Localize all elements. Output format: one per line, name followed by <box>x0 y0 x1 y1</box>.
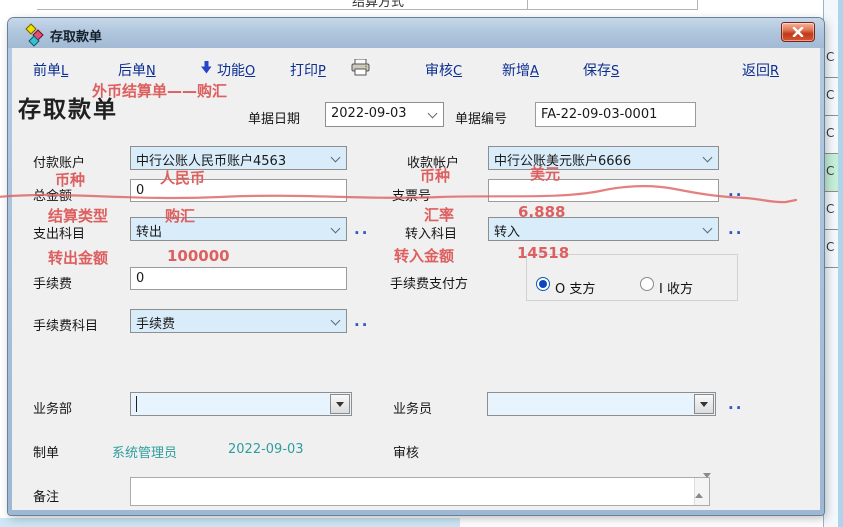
background-table-cell: C <box>824 116 838 154</box>
dropdown-button[interactable] <box>330 394 350 414</box>
salesman-label: 业务员 <box>393 398 432 417</box>
auditor-label: 审核 <box>393 442 419 461</box>
fee-payer-radio-payer[interactable] <box>536 277 550 291</box>
save-button[interactable]: 保存S <box>583 60 619 80</box>
scroll-up-icon[interactable] <box>695 478 703 498</box>
doc-no-field[interactable]: FA-22-09-03-0001 <box>535 102 696 127</box>
audit-button[interactable]: 审核C <box>425 60 462 80</box>
close-icon[interactable] <box>781 22 815 42</box>
fee-payer-label: 手续费支付方 <box>390 273 468 292</box>
next-doc-button[interactable]: 后单N <box>118 60 156 80</box>
annotation-out-amount-label: 转出金额 <box>48 247 108 268</box>
background-grid-line <box>37 9 697 10</box>
chevron-down-icon <box>703 224 713 234</box>
function-button[interactable]: 功能O <box>217 60 255 80</box>
annotation-settle-type-label: 结算类型 <box>48 205 108 226</box>
background-grid-line <box>527 0 528 10</box>
annotation-currency-left: 人民币 <box>160 167 205 188</box>
fee-payer-radio-receiver-label[interactable]: I 收方 <box>659 278 693 297</box>
fee-payer-radio-receiver[interactable] <box>640 277 654 291</box>
scroll-down-icon[interactable] <box>703 473 711 493</box>
cheque-browse-button[interactable]: .. <box>728 182 743 200</box>
remark-label: 备注 <box>33 486 59 505</box>
income-subject-browse-button[interactable]: .. <box>728 220 743 238</box>
chevron-down-icon <box>703 153 713 163</box>
expense-subject-select[interactable]: 转出 <box>130 217 347 241</box>
background-scroll-band <box>838 0 843 527</box>
maker-label: 制单 <box>33 442 59 461</box>
down-arrow-icon <box>201 61 212 78</box>
print-button[interactable]: 打印P <box>290 60 326 80</box>
background-table-cell-selected: C <box>824 154 838 192</box>
annotation-in-amount: 14518 <box>517 244 569 262</box>
annotation-rate-label: 汇率 <box>424 204 454 225</box>
dropdown-button[interactable] <box>694 394 714 414</box>
background-table-cell: C <box>824 192 838 230</box>
dialog-client-area: 前单L 后单N 功能O 打印P 审核C 新增A 保存S 返回R 存取款单 单据日… <box>12 48 820 510</box>
dept-combo[interactable] <box>130 392 352 416</box>
salesman-combo[interactable] <box>487 392 716 416</box>
chevron-down-icon <box>331 224 341 234</box>
cheque-no-field[interactable] <box>488 179 719 202</box>
remark-scrollbar[interactable] <box>694 478 709 505</box>
chevron-down-icon <box>428 109 438 119</box>
maker-value: 系统管理员 <box>112 442 177 461</box>
chevron-down-icon <box>331 153 341 163</box>
annotation-out-amount: 100000 <box>167 247 230 265</box>
background-table-cell: C <box>824 78 838 116</box>
maker-date-value: 2022-09-03 <box>228 442 304 457</box>
cheque-no-label: 支票号 <box>392 185 431 204</box>
fee-subject-select[interactable]: 手续费 <box>130 309 347 333</box>
printer-icon[interactable] <box>351 59 371 80</box>
return-button[interactable]: 返回R <box>742 60 779 80</box>
income-subject-label: 转入科目 <box>405 223 457 242</box>
fee-field[interactable]: 0 <box>130 267 347 290</box>
annotation-currency-label-left: 币种 <box>55 169 85 190</box>
background-table-cell: C <box>824 230 838 268</box>
payee-account-select[interactable]: 中行公账美元账户6666 <box>488 146 719 170</box>
annotation-currency-right: 美元 <box>530 163 560 184</box>
annotation-rate: 6.888 <box>518 203 565 221</box>
expense-subject-browse-button[interactable]: .. <box>354 220 369 238</box>
background-grid-line <box>697 0 698 10</box>
doc-date-label: 单据日期 <box>248 108 300 127</box>
add-new-button[interactable]: 新增A <box>502 60 539 80</box>
fee-label: 手续费 <box>33 273 72 292</box>
fee-subject-browse-button[interactable]: .. <box>354 312 369 330</box>
background-window-edge <box>0 518 460 527</box>
window-title: 存取款单 <box>50 26 102 45</box>
title-bar[interactable]: 存取款单 <box>8 18 824 48</box>
doc-date-select[interactable]: 2022-09-03 <box>325 102 444 127</box>
background-table-cell: C <box>824 40 838 78</box>
remark-textarea[interactable] <box>130 477 710 506</box>
annotation-currency-label-right: 币种 <box>420 165 450 186</box>
fee-payer-radio-payer-label[interactable]: O 支方 <box>555 278 595 297</box>
annotation-header: 外币结算单——购汇 <box>92 80 227 101</box>
annotation-in-amount-label: 转入金额 <box>394 245 454 266</box>
salesman-browse-button[interactable]: .. <box>728 395 743 413</box>
prev-doc-button[interactable]: 前单L <box>33 60 68 80</box>
doc-no-label: 单据编号 <box>455 108 507 127</box>
annotation-settle-type: 购汇 <box>165 205 195 226</box>
dept-label: 业务部 <box>33 398 72 417</box>
app-logo-icon <box>25 22 49 46</box>
text-caret <box>136 396 137 412</box>
fee-subject-label: 手续费科目 <box>33 315 98 334</box>
chevron-down-icon <box>331 316 341 326</box>
